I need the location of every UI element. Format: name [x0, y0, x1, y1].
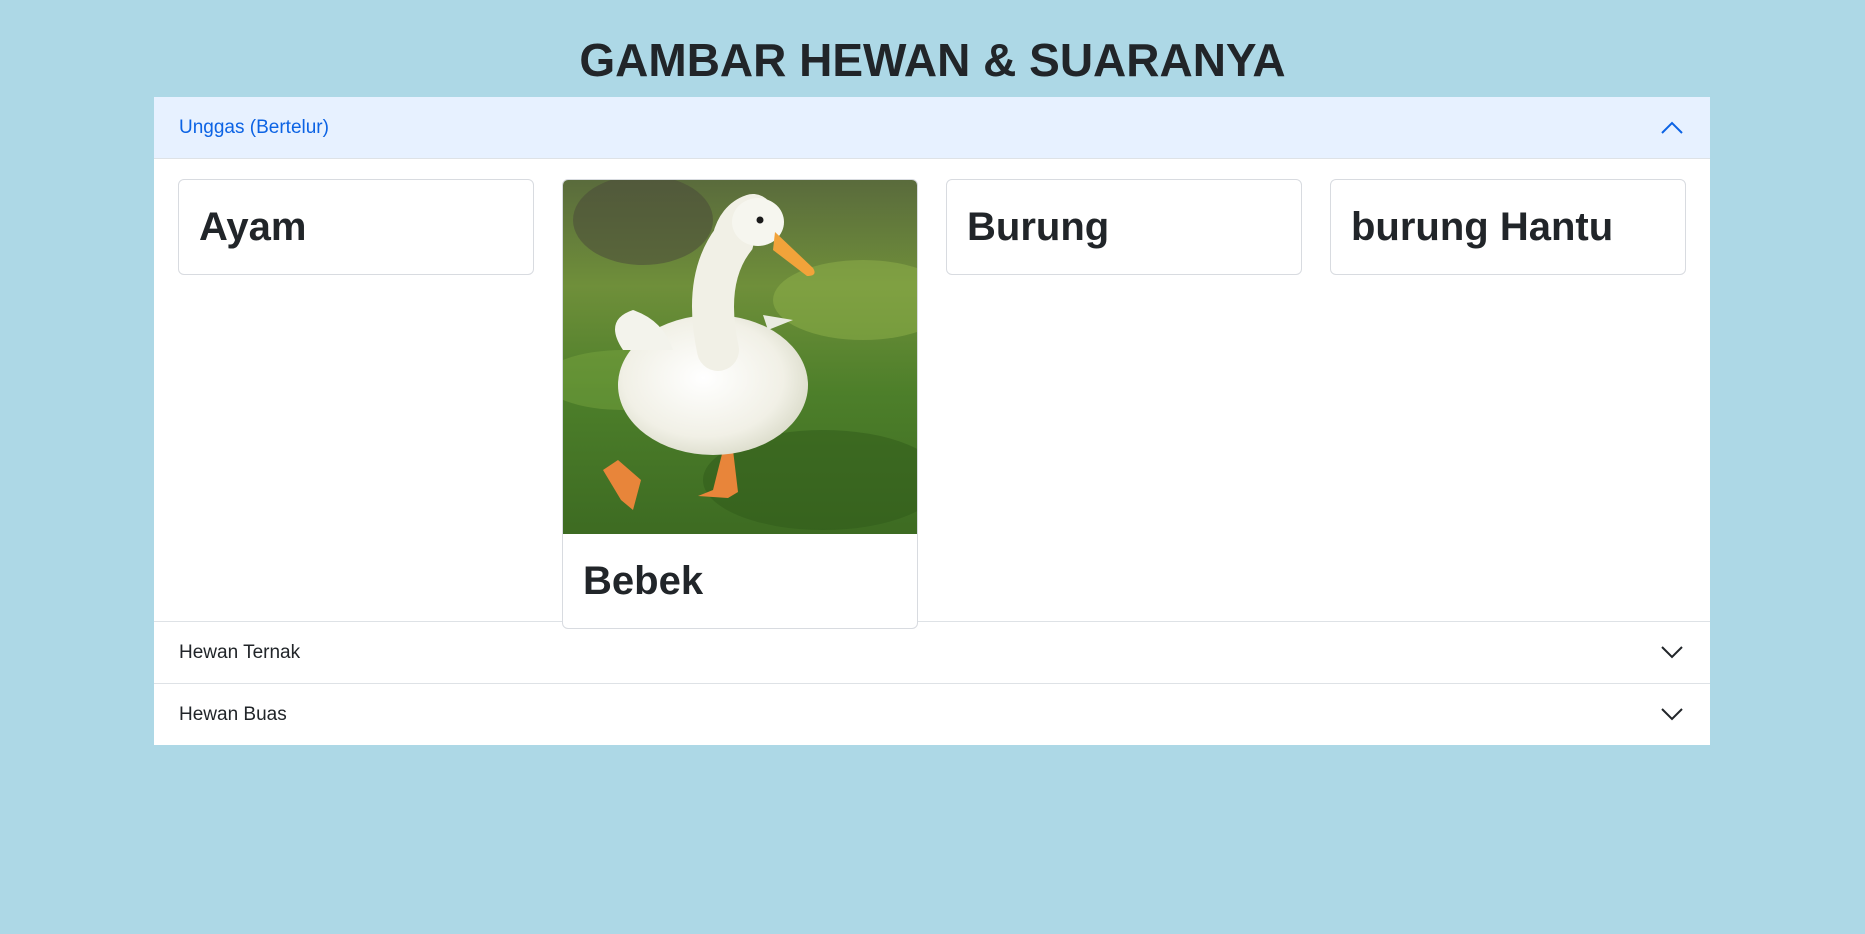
duck-image[interactable]: [563, 180, 917, 534]
animal-card-burung[interactable]: Burung: [946, 179, 1302, 275]
accordion-header-unggas[interactable]: Unggas (Bertelur): [154, 97, 1710, 159]
accordion-item-hewan-buas: Hewan Buas: [154, 683, 1710, 745]
card-title: burung Hantu: [1351, 205, 1614, 249]
accordion-header-label: Hewan Buas: [179, 703, 287, 725]
accordion-item-hewan-ternak: Hewan Ternak: [154, 621, 1710, 683]
page-title: GAMBAR HEWAN & SUARANYA: [579, 34, 1286, 86]
accordion-item-unggas: Unggas (Bertelur) Ayam Bebek Burung buru…: [154, 97, 1710, 629]
accordion-header-hewan-buas[interactable]: Hewan Buas: [154, 683, 1710, 745]
accordion-body-unggas: Ayam Bebek Burung burung Hantu: [154, 159, 1710, 629]
animal-card-ayam[interactable]: Ayam: [178, 179, 534, 275]
accordion-header-label: Unggas (Bertelur): [179, 116, 329, 138]
card-title: Burung: [967, 205, 1110, 249]
card-title: Bebek: [583, 559, 704, 603]
chevron-up-icon: [1659, 119, 1685, 137]
accordion-header-hewan-ternak[interactable]: Hewan Ternak: [154, 621, 1710, 683]
animal-card-burung-hantu[interactable]: burung Hantu: [1330, 179, 1686, 275]
animal-card-bebek[interactable]: Bebek: [562, 179, 918, 629]
accordion-header-label: Hewan Ternak: [179, 641, 301, 663]
chevron-down-icon: [1659, 706, 1685, 724]
card-title: Ayam: [199, 205, 307, 249]
accordion: Unggas (Bertelur) Ayam Bebek Burung buru…: [154, 97, 1710, 745]
chevron-down-icon: [1659, 644, 1685, 662]
